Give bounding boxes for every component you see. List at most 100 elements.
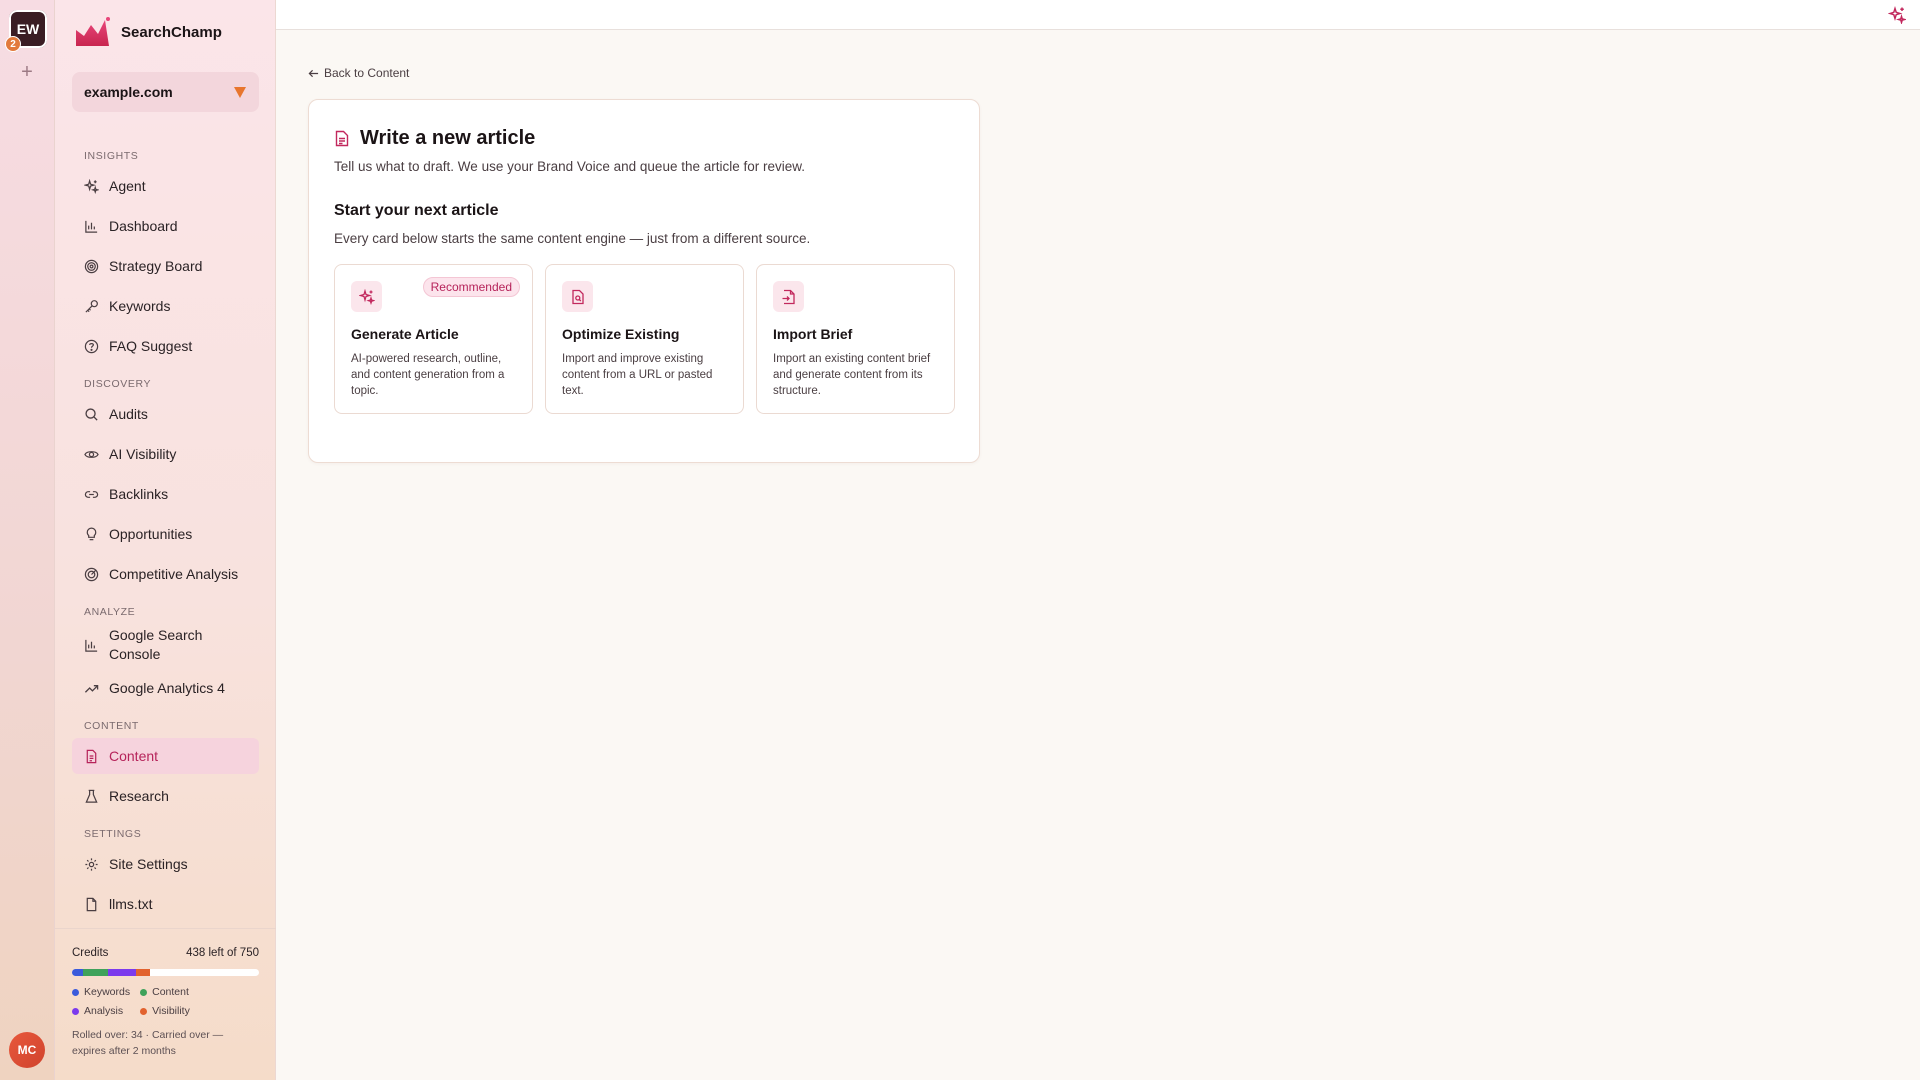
legend-label: Keywords	[84, 986, 131, 998]
sidebar-item-research[interactable]: Research	[72, 778, 259, 814]
legend-label: Content	[152, 986, 189, 998]
option-description: Import an existing content brief and gen…	[773, 353, 931, 397]
sidebar-item-competitive-analysis[interactable]: Competitive Analysis	[72, 556, 259, 592]
optimize-existing-card[interactable]: Optimize Existing Import and improve exi…	[545, 264, 744, 414]
sidebar-item-label: Research	[109, 788, 169, 804]
sidebar-item-keywords[interactable]: Keywords	[72, 288, 259, 324]
credit-segment-content	[83, 969, 108, 976]
add-workspace-button[interactable]: +	[17, 62, 37, 82]
legend-label: Analysis	[84, 1005, 124, 1017]
bar-chart-icon	[85, 220, 98, 233]
legend-item-analysis: Analysis	[72, 1005, 130, 1017]
recommended-badge: Recommended	[422, 277, 520, 297]
option-icon-wrapper	[773, 281, 804, 312]
legend-item-keywords: Keywords	[72, 986, 130, 998]
option-icon-wrapper	[351, 281, 382, 312]
sidebar: SearchChamp example.com INSIGHTS Agent D…	[55, 0, 276, 1080]
sidebar-item-dashboard[interactable]: Dashboard	[72, 208, 259, 244]
credits-remaining: 438 left of 750	[186, 947, 259, 959]
option-title: Optimize Existing	[562, 326, 680, 342]
nav-section-discovery: DISCOVERY	[84, 378, 152, 390]
credits-usage-bar	[72, 969, 259, 976]
lightbulb-icon	[86, 527, 97, 540]
credit-segment-visibility	[135, 969, 150, 976]
sidebar-item-label: Keywords	[109, 298, 171, 314]
sidebar-item-site-settings[interactable]: Site Settings	[72, 846, 259, 882]
brand-logo-icon	[76, 17, 110, 46]
sidebar-item-label: Opportunities	[109, 526, 193, 542]
brand[interactable]: SearchChamp	[75, 16, 222, 48]
sparkles-icon[interactable]	[1888, 6, 1906, 24]
sidebar-item-label: Competitive Analysis	[109, 566, 239, 582]
sidebar-item-label: Google Search Console	[109, 627, 203, 662]
sidebar-item-ai-visibility[interactable]: AI Visibility	[72, 436, 259, 472]
page-title-text: Write a new article	[360, 127, 536, 149]
option-description: Import and improve existing content from…	[562, 353, 713, 397]
nav-section-insights: INSIGHTS	[84, 150, 139, 162]
key-icon	[85, 299, 98, 313]
sidebar-item-label: Audits	[109, 406, 148, 422]
sidebar-item-label: FAQ Suggest	[109, 338, 193, 354]
top-bar	[276, 0, 1920, 30]
sidebar-item-agent[interactable]: Agent	[72, 168, 259, 204]
nav-section-settings: SETTINGS	[84, 828, 142, 840]
link-icon	[84, 490, 99, 498]
sidebar-item-opportunities[interactable]: Opportunities	[72, 516, 259, 552]
file-import-icon	[782, 289, 795, 304]
nav-section-analyze: ANALYZE	[84, 606, 136, 618]
user-avatar[interactable]: MC	[9, 1032, 45, 1068]
arrow-left-icon	[308, 69, 319, 77]
sidebar-item-label: Google Analytics 4	[109, 680, 225, 696]
question-circle-icon	[84, 339, 99, 353]
sidebar-item-audits[interactable]: Audits	[72, 396, 259, 432]
credits-panel: Credits 438 left of 750 Keywords Content…	[55, 928, 276, 1080]
page-title: Write a new article	[334, 127, 535, 150]
sidebar-item-label: Site Settings	[109, 856, 188, 872]
sidebar-item-backlinks[interactable]: Backlinks	[72, 476, 259, 512]
sparkles-icon	[84, 178, 99, 194]
option-description: AI-powered research, outline, and conten…	[351, 353, 505, 397]
sidebar-item-google-analytics-4[interactable]: Google Analytics 4	[72, 670, 259, 706]
file-icon	[86, 897, 97, 911]
credit-segment-analysis	[107, 969, 136, 976]
site-selector[interactable]: example.com	[72, 72, 259, 112]
credits-rollover-note: Rolled over: 34 · Carried over — expires…	[72, 1029, 224, 1057]
page-subtitle: Tell us what to draft. We use your Brand…	[334, 159, 806, 174]
sidebar-item-label: Content	[109, 748, 159, 764]
sidebar-item-label: llms.txt	[109, 896, 153, 912]
sidebar-nav: INSIGHTS Agent Dashboard Strategy Board …	[72, 140, 259, 930]
sidebar-item-content[interactable]: Content	[72, 738, 259, 774]
search-icon	[85, 407, 98, 421]
legend-item-visibility: Visibility	[140, 1005, 190, 1017]
sidebar-item-label: Strategy Board	[109, 258, 203, 274]
back-to-content-link[interactable]: Back to Content	[308, 66, 409, 80]
workspace-rail: EW 2 + MC	[0, 0, 55, 1080]
sidebar-item-label: Dashboard	[109, 218, 178, 234]
workspace-notification-badge: 2	[5, 36, 21, 52]
target-icon	[84, 259, 99, 273]
generate-article-card[interactable]: Recommended Generate Article AI-powered …	[334, 264, 533, 414]
eye-icon	[84, 450, 99, 458]
sparkles-icon	[358, 288, 375, 305]
article-source-options: Recommended Generate Article AI-powered …	[334, 264, 955, 414]
option-title: Generate Article	[351, 326, 459, 342]
bar-chart-icon	[85, 639, 98, 652]
sidebar-item-strategy-board[interactable]: Strategy Board	[72, 248, 259, 284]
sidebar-item-label: Backlinks	[109, 486, 169, 502]
sidebar-item-label: Agent	[109, 178, 146, 194]
sidebar-item-label: AI Visibility	[109, 446, 177, 462]
legend-label: Visibility	[152, 1005, 190, 1017]
import-brief-card[interactable]: Import Brief Import an existing content …	[756, 264, 955, 414]
back-link-label: Back to Content	[324, 66, 410, 80]
sidebar-item-llms-txt[interactable]: llms.txt	[72, 886, 259, 922]
document-icon	[86, 749, 97, 763]
sidebar-item-google-search-console[interactable]: Google Search Console	[72, 624, 259, 666]
sidebar-item-faq-suggest[interactable]: FAQ Suggest	[72, 328, 259, 364]
credit-segment-keywords	[72, 969, 84, 976]
credits-label: Credits	[72, 947, 109, 959]
brand-name: SearchChamp	[121, 23, 222, 41]
trending-up-icon	[84, 684, 99, 693]
site-selector-value: example.com	[84, 84, 173, 100]
legend-item-content: Content	[140, 986, 190, 998]
section-title: Start your next article	[334, 202, 499, 219]
